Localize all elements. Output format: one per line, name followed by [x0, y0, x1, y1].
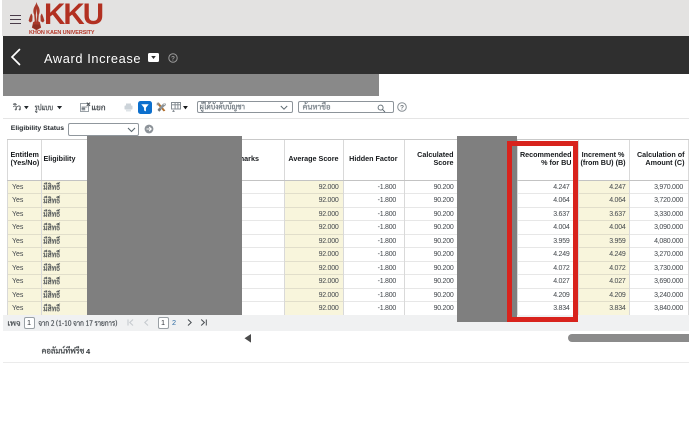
- svg-text:?: ?: [171, 55, 175, 62]
- svg-text:?: ?: [400, 104, 404, 111]
